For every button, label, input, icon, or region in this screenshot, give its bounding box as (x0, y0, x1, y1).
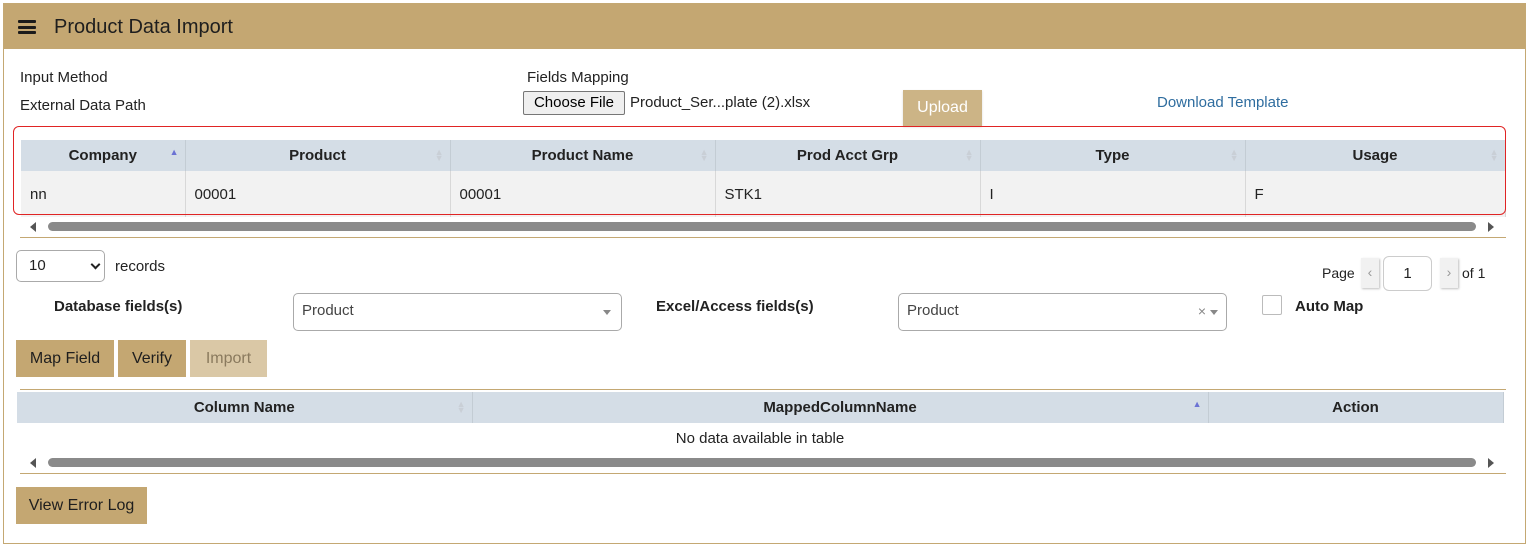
mapped-table-header-row: Column Name ▲ ▼ MappedColumnName ▲ Action (17, 392, 1504, 423)
scroll-left-icon[interactable] (30, 222, 36, 232)
next-page-button[interactable]: › (1440, 258, 1458, 288)
scroll-left-icon[interactable] (30, 458, 36, 468)
records-value: 10 (29, 257, 46, 274)
preview-highlight-box (13, 126, 1506, 215)
download-template-link[interactable]: Download Template (1157, 94, 1288, 111)
view-error-log-button[interactable]: View Error Log (16, 487, 147, 524)
caret-down-icon (603, 310, 611, 315)
page-count-label: of 1 (1462, 265, 1486, 281)
verify-button[interactable]: Verify (118, 340, 186, 377)
records-label: records (115, 258, 166, 275)
hamburger-icon[interactable] (18, 20, 36, 34)
column-header-column-name[interactable]: Column Name ▲ ▼ (17, 392, 473, 423)
import-button[interactable]: Import (190, 340, 267, 377)
scrollbar-thumb[interactable] (48, 222, 1476, 231)
map-field-button[interactable]: Map Field (16, 340, 114, 377)
input-method-label: Input Method (20, 69, 108, 86)
caret-down-icon (1210, 310, 1218, 315)
auto-map-label: Auto Map (1295, 298, 1364, 315)
prev-page-button[interactable]: ‹ (1361, 258, 1379, 288)
upload-button[interactable]: Upload (903, 90, 982, 126)
page-number-input[interactable]: 1 (1383, 256, 1432, 291)
excel-fields-label: Excel/Access fields(s) (656, 298, 814, 315)
preview-horizontal-scrollbar[interactable] (20, 220, 1504, 234)
scrollbar-thumb[interactable] (48, 458, 1476, 467)
database-fields-label: Database fields(s) (54, 298, 183, 315)
page-header: Product Data Import (4, 4, 1525, 49)
selected-file-name: Product_Ser...plate (2).xlsx (630, 94, 811, 111)
mapped-columns-table: Column Name ▲ ▼ MappedColumnName ▲ Action (17, 392, 1504, 423)
database-field-select[interactable]: Product (293, 293, 622, 331)
scroll-right-icon[interactable] (1488, 458, 1494, 468)
divider (20, 237, 1506, 238)
empty-table-message: No data available in table (17, 424, 1503, 454)
excel-field-select[interactable]: Product × (898, 293, 1227, 331)
choose-file-button[interactable]: Choose File (523, 91, 625, 115)
excel-field-value: Product (907, 302, 959, 319)
column-header-action: Action (1208, 392, 1504, 423)
page-label: Page (1322, 265, 1355, 281)
page-title: Product Data Import (54, 16, 233, 38)
clear-icon[interactable]: × (1198, 294, 1206, 328)
database-field-value: Product (302, 302, 354, 319)
column-header-mapped-column-name[interactable]: MappedColumnName ▲ (472, 392, 1209, 423)
divider (20, 473, 1506, 474)
chevron-down-icon (90, 259, 101, 270)
fields-mapping-label: Fields Mapping (527, 69, 629, 86)
auto-map-checkbox[interactable] (1262, 295, 1282, 315)
records-per-page-select[interactable]: 10 (16, 250, 105, 282)
sort-asc-icon: ▲ (1192, 399, 1202, 409)
sort-icon: ▲ ▼ (456, 399, 466, 415)
scroll-right-icon[interactable] (1488, 222, 1494, 232)
divider (20, 389, 1506, 390)
external-data-path-label: External Data Path (20, 97, 146, 114)
mapped-horizontal-scrollbar[interactable] (20, 456, 1504, 470)
